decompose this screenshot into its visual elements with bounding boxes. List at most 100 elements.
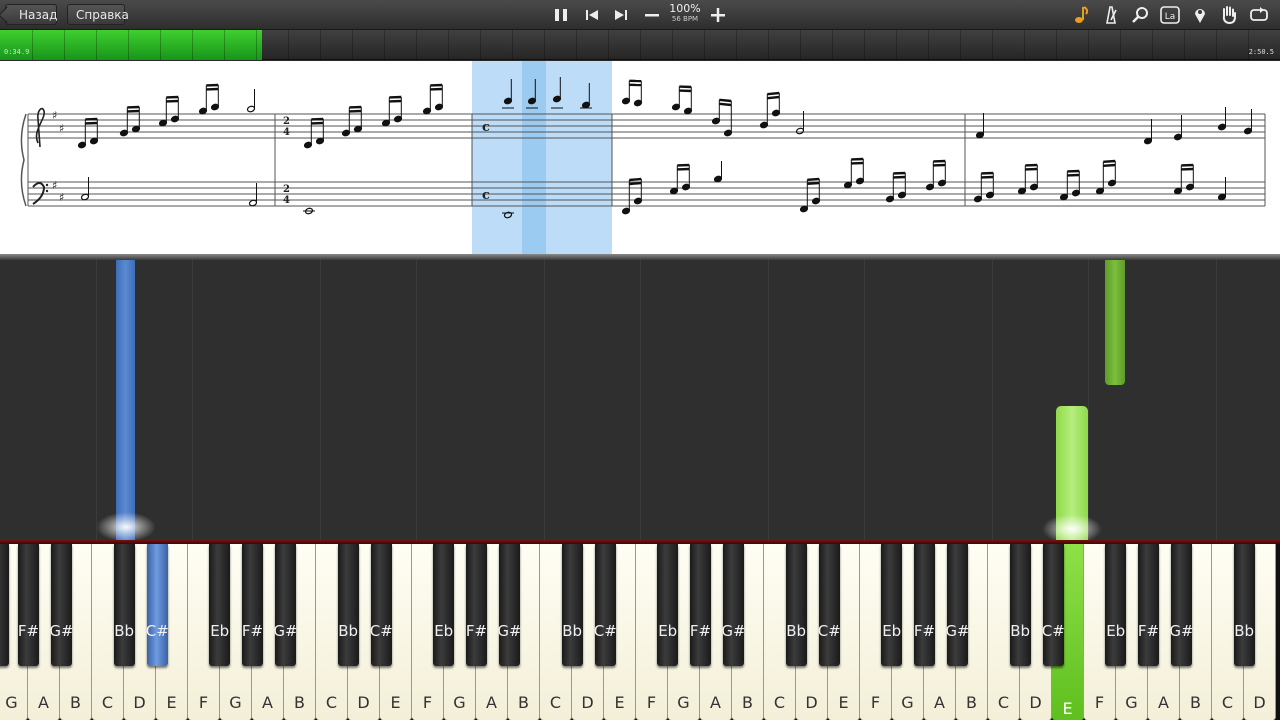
octave-grid-line: [1088, 260, 1089, 540]
black-key: Eb: [433, 544, 455, 666]
progress-tick: [1120, 30, 1121, 60]
white-key-label: F: [646, 693, 657, 712]
progress-tick: [800, 30, 801, 60]
faster-plus-icon[interactable]: [707, 4, 729, 26]
white-key-label: F: [422, 693, 433, 712]
svg-text:♯: ♯: [52, 109, 57, 122]
black-key-label: Bb: [786, 622, 806, 640]
song-progress-bar[interactable]: [0, 30, 1280, 60]
back-button[interactable]: Назад: [5, 4, 57, 25]
note-beam: [629, 177, 642, 182]
black-key: Eb: [209, 544, 231, 666]
note-beam: [1103, 159, 1116, 163]
black-key-label: F#: [465, 622, 488, 640]
black-key-label: G#: [273, 622, 298, 640]
black-key: C#: [146, 544, 169, 666]
bpm-value: 56 BPM: [671, 15, 699, 23]
black-key: Eb: [657, 544, 679, 666]
black-key: Bb: [1009, 544, 1031, 666]
note-beam: [807, 177, 820, 181]
black-key: Bb: [785, 544, 807, 666]
note-beam: [719, 98, 732, 103]
white-key-label: E: [390, 693, 401, 712]
magnifier-icon[interactable]: [1130, 4, 1152, 26]
black-key-label: Eb: [1106, 622, 1126, 640]
progress-tick: [1024, 30, 1025, 60]
black-key-label: F#: [17, 622, 40, 640]
progress-tick: [576, 30, 577, 60]
progress-tick: [736, 30, 737, 60]
note-icon[interactable]: [1071, 4, 1093, 26]
white-key-label: E: [166, 693, 177, 712]
black-key-label: C#: [593, 622, 617, 640]
progress-tick: [256, 30, 257, 60]
white-key-label: E: [1062, 699, 1073, 718]
note-beam: [1103, 163, 1116, 167]
sheet-music: ♯ ♯ ♯ ♯ 2424 cc: [0, 61, 1280, 254]
note-head: [795, 127, 805, 135]
note-beam: [629, 181, 642, 186]
note-head: [1173, 133, 1183, 141]
progress-tick: [128, 30, 129, 60]
black-key-label: Bb: [338, 622, 358, 640]
progress-tick: [416, 30, 417, 60]
black-key: G#: [721, 544, 746, 666]
white-key-label: A: [934, 693, 945, 712]
progress-tick: [1088, 30, 1089, 60]
black-key: [0, 544, 9, 666]
white-key-label: A: [486, 693, 497, 712]
black-key-label: G#: [721, 622, 746, 640]
octave-grid-line: [416, 260, 417, 540]
note-head: [1243, 127, 1253, 135]
progress-tick: [288, 30, 289, 60]
white-key-label: D: [133, 693, 146, 712]
black-key-label: C#: [1041, 622, 1065, 640]
octave-grid-line: [768, 260, 769, 540]
help-button[interactable]: Справка: [67, 4, 129, 25]
white-key-label: F: [198, 693, 209, 712]
progress-tick: [160, 30, 161, 60]
progress-tick: [64, 30, 65, 60]
progress-tick: [896, 30, 897, 60]
pause-icon[interactable]: [550, 4, 572, 26]
white-key-label: E: [838, 693, 849, 712]
black-key: F#: [1138, 544, 1159, 666]
progress-tick: [864, 30, 865, 60]
white-key-label: D: [581, 693, 594, 712]
black-key-label: Bb: [114, 622, 134, 640]
hand-icon[interactable]: [1218, 4, 1240, 26]
black-key-label: Eb: [210, 622, 230, 640]
black-key-label: C#: [369, 622, 393, 640]
metronome-icon[interactable]: [1100, 4, 1122, 26]
solfege-icon[interactable]: La: [1159, 4, 1181, 26]
black-key: Bb: [1233, 544, 1255, 666]
black-key-label: Eb: [882, 622, 902, 640]
speed-readout: 100% 56 BPM: [666, 3, 704, 24]
progress-tick: [608, 30, 609, 60]
white-key-label: B: [1190, 693, 1201, 712]
white-key-label: G: [5, 693, 18, 712]
black-key: G#: [1169, 544, 1194, 666]
progress-tick: [480, 30, 481, 60]
black-key-label: F#: [913, 622, 936, 640]
black-key-label: Bb: [1010, 622, 1030, 640]
black-key: G#: [945, 544, 970, 666]
skip-forward-icon[interactable]: [610, 4, 632, 26]
note-beam: [767, 91, 780, 96]
white-key-label: G: [901, 693, 914, 712]
black-key-label: F#: [1137, 622, 1160, 640]
slower-minus-icon[interactable]: [641, 4, 663, 26]
black-key-label: Eb: [658, 622, 678, 640]
skip-back-icon[interactable]: [581, 4, 603, 26]
total-time: 2:50.5: [1248, 48, 1274, 56]
key-hit-glow: [96, 512, 156, 542]
black-key-label: F#: [689, 622, 712, 640]
octave-grid-line: [1216, 260, 1217, 540]
white-key-label: G: [677, 693, 690, 712]
marker-icon[interactable]: [1189, 4, 1211, 26]
loop-icon[interactable]: [1248, 4, 1270, 26]
progress-tick: [96, 30, 97, 60]
octave-grid-line: [96, 260, 97, 540]
octave-grid-line: [544, 260, 545, 540]
falling-notes-area: [0, 260, 1280, 544]
